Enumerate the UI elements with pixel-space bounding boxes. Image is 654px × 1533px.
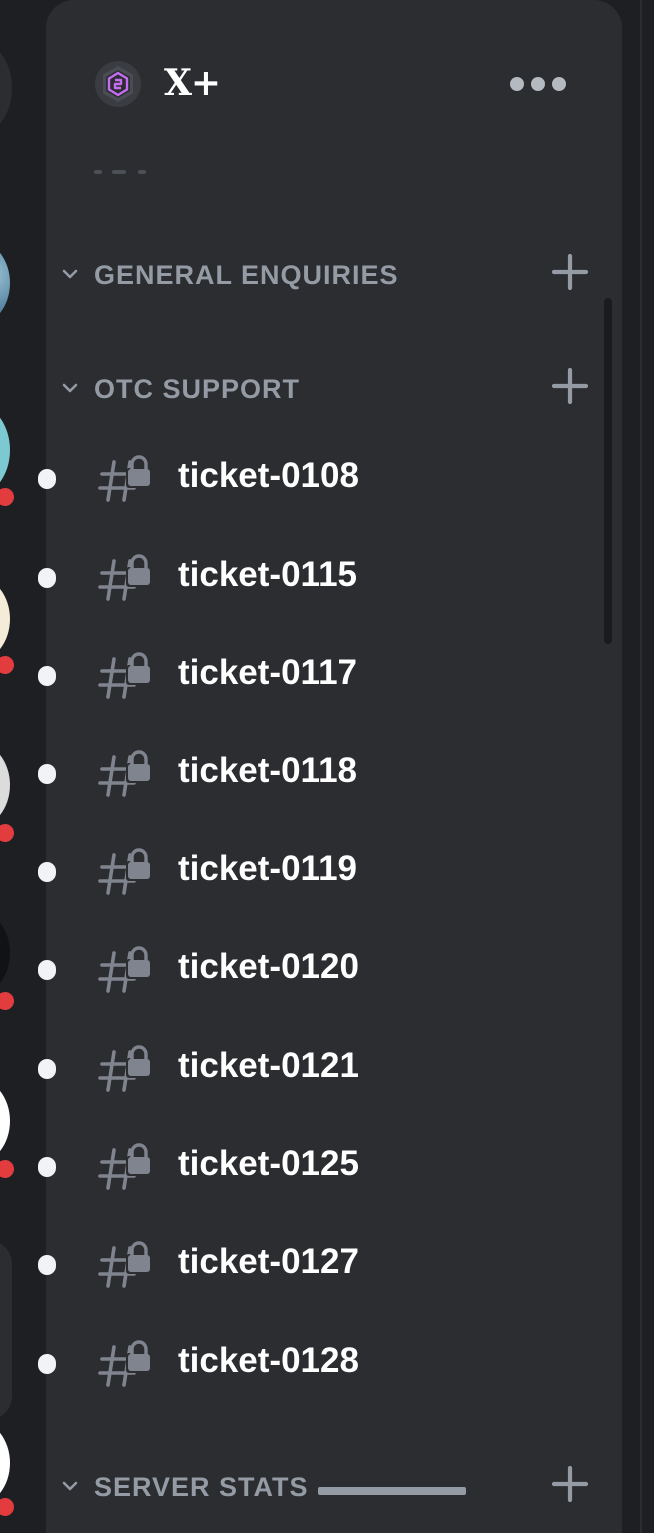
channel-ticket-0120[interactable]: ticket-0120 bbox=[46, 925, 622, 1005]
server-icon-grey[interactable] bbox=[0, 742, 10, 828]
hexagon-logo-icon bbox=[95, 61, 141, 107]
server-icon-white[interactable] bbox=[0, 1078, 10, 1164]
mention-badge bbox=[0, 652, 18, 678]
locked-text-channel-icon bbox=[98, 848, 152, 895]
locked-text-channel-icon bbox=[98, 1241, 152, 1288]
locked-text-channel-icon bbox=[98, 750, 152, 797]
channel-ticket-0128[interactable]: ticket-0128 bbox=[46, 1319, 622, 1399]
unread-indicator bbox=[38, 764, 56, 784]
channel-sidebar: X+ GENERAL ENQUIRIES OTC SUPPORT ticket-… bbox=[46, 0, 622, 1533]
unread-indicator bbox=[38, 862, 56, 882]
unread-indicator bbox=[38, 1157, 56, 1177]
server-header[interactable]: X+ bbox=[46, 0, 622, 174]
mention-badge bbox=[0, 820, 18, 846]
channel-ticket-0118[interactable]: ticket-0118 bbox=[46, 729, 622, 809]
scrollbar-thumb[interactable] bbox=[604, 298, 612, 644]
channel-ticket-0115[interactable]: ticket-0115 bbox=[46, 533, 622, 613]
channel-name: ticket-0119 bbox=[178, 849, 358, 888]
unread-indicator bbox=[38, 960, 56, 980]
mention-badge bbox=[0, 484, 18, 510]
add-channel-icon[interactable] bbox=[550, 366, 590, 406]
channel-name: ticket-0120 bbox=[178, 947, 359, 986]
chevron-down-icon bbox=[62, 383, 78, 393]
chevron-down-icon bbox=[62, 1481, 78, 1491]
server-icon-dark[interactable] bbox=[0, 910, 10, 996]
channel-ticket-0127[interactable]: ticket-0127 bbox=[46, 1220, 622, 1300]
channel-name: ticket-0121 bbox=[178, 1046, 359, 1085]
unread-indicator bbox=[38, 1255, 56, 1275]
locked-text-channel-icon bbox=[98, 1340, 152, 1387]
channel-name: ticket-0115 bbox=[178, 555, 358, 594]
channel-ticket-0121[interactable]: ticket-0121 bbox=[46, 1024, 622, 1104]
unread-indicator bbox=[38, 666, 56, 686]
locked-text-channel-icon bbox=[98, 946, 152, 993]
unread-indicator bbox=[38, 469, 56, 489]
channel-ticket-0117[interactable]: ticket-0117 bbox=[46, 631, 622, 711]
category-divider-line bbox=[318, 1487, 466, 1495]
add-channel-icon[interactable] bbox=[550, 1464, 590, 1504]
mention-badge bbox=[0, 1156, 18, 1182]
category-label: GENERAL ENQUIRIES bbox=[94, 260, 399, 290]
cropped-channel-hint bbox=[94, 166, 154, 176]
server-icon-earth[interactable] bbox=[0, 240, 10, 326]
unread-indicator bbox=[38, 1354, 56, 1374]
content-edge bbox=[622, 0, 654, 1533]
locked-text-channel-icon bbox=[98, 554, 152, 601]
add-channel-icon[interactable] bbox=[550, 252, 590, 292]
server-name: X+ bbox=[164, 62, 221, 104]
server-icon-cream[interactable] bbox=[0, 576, 10, 662]
channel-name: ticket-0108 bbox=[178, 456, 359, 495]
locked-text-channel-icon bbox=[98, 1045, 152, 1092]
channel-name: ticket-0117 bbox=[178, 653, 358, 692]
unread-indicator bbox=[38, 568, 56, 588]
locked-text-channel-icon bbox=[98, 652, 152, 699]
channel-ticket-0108[interactable]: ticket-0108 bbox=[46, 434, 622, 514]
app-root: X+ GENERAL ENQUIRIES OTC SUPPORT ticket-… bbox=[0, 0, 654, 1533]
category-label: OTC SUPPORT bbox=[94, 374, 301, 404]
server-icon-teal[interactable] bbox=[0, 404, 10, 496]
mention-badge bbox=[0, 1494, 18, 1520]
locked-text-channel-icon bbox=[98, 455, 152, 502]
chevron-down-icon bbox=[62, 269, 78, 279]
mention-badge bbox=[0, 988, 18, 1014]
channel-ticket-0125[interactable]: ticket-0125 bbox=[46, 1122, 622, 1202]
channel-name: ticket-0125 bbox=[178, 1144, 359, 1183]
more-dots-icon[interactable] bbox=[510, 70, 566, 98]
channel-name: ticket-0127 bbox=[178, 1242, 359, 1281]
category-general-enquiries[interactable]: GENERAL ENQUIRIES bbox=[46, 252, 622, 300]
channel-name: ticket-0128 bbox=[178, 1341, 359, 1380]
channel-name: ticket-0118 bbox=[178, 751, 358, 790]
category-label: SERVER STATS bbox=[94, 1472, 309, 1502]
category-otc-support[interactable]: OTC SUPPORT bbox=[46, 366, 622, 414]
locked-text-channel-icon bbox=[98, 1143, 152, 1190]
unread-indicator bbox=[38, 1059, 56, 1079]
channel-ticket-0119[interactable]: ticket-0119 bbox=[46, 827, 622, 907]
server-icon-top[interactable] bbox=[0, 40, 12, 136]
server-folder[interactable] bbox=[0, 1240, 12, 1420]
